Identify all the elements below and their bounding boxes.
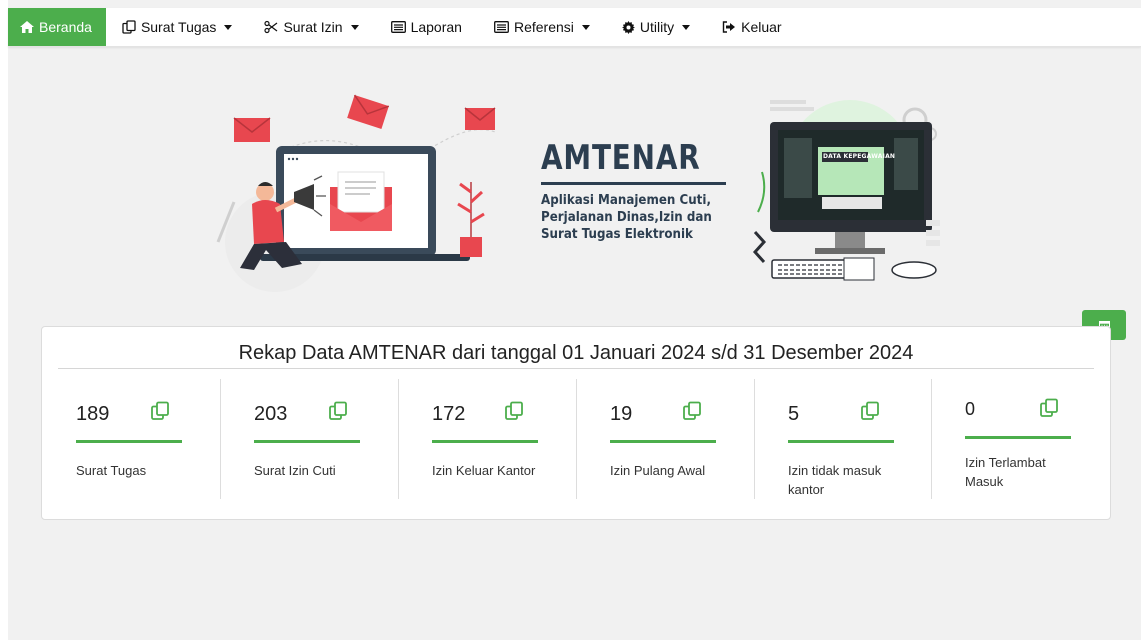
banner-subtitle-line-1: Aplikasi Manajemen Cuti, <box>541 192 711 208</box>
copy-icon <box>328 401 348 426</box>
banner-title: AMTENAR <box>541 138 701 178</box>
stat-label: Izin tidak masuk kantor <box>788 463 882 497</box>
nav-surat-tugas-label: Surat Tugas <box>140 19 217 35</box>
recap-title: Rekap Data AMTENAR dari tanggal 01 Janua… <box>238 342 914 364</box>
stat-bar <box>254 440 360 443</box>
stat-surat-izin-cuti[interactable]: 203 Surat Izin Cuti <box>220 379 398 499</box>
stat-label: Izin Keluar Kantor <box>432 463 536 478</box>
stat-bar <box>432 440 538 443</box>
stat-surat-tugas[interactable]: 189 Surat Tugas <box>58 379 220 499</box>
sign-out-icon <box>722 21 736 33</box>
monitor-screen-label: DATA KEPEGAWAIAN <box>823 153 896 160</box>
stat-izin-pulang-awal[interactable]: 19 Izin Pulang Awal <box>576 379 754 499</box>
banner-subtitle: Aplikasi Manajemen Cuti, Perjalanan Dina… <box>541 192 743 243</box>
recap-card: Rekap Data AMTENAR dari tanggal 01 Janua… <box>41 326 1111 520</box>
nav-surat-izin-label: Surat Izin <box>283 19 343 35</box>
caret-down-icon <box>581 24 590 30</box>
stat-divider <box>576 379 577 499</box>
nav-referensi-label: Referensi <box>513 19 574 35</box>
stat-bar <box>788 440 894 443</box>
envelope-icon <box>233 117 271 142</box>
stat-bar <box>610 440 716 443</box>
nav-utility-label: Utility <box>639 19 675 35</box>
stat-bar <box>76 440 182 443</box>
stat-izin-terlambat-masuk[interactable]: 0 Izin Terlambat Masuk <box>931 379 1109 499</box>
caret-down-icon <box>682 24 691 30</box>
stat-bar <box>965 436 1071 439</box>
nav-surat-izin[interactable]: Surat Izin <box>248 8 374 46</box>
recap-stats: 189 Surat Tugas 203 Surat Izin Cuti 172 … <box>58 379 1110 499</box>
stat-label: Izin Pulang Awal <box>610 463 706 478</box>
banner-title-underline <box>541 182 726 185</box>
nav-referensi[interactable]: Referensi <box>478 8 606 46</box>
copy-icon <box>150 401 170 426</box>
copy-icon <box>860 401 880 426</box>
nav-laporan-label: Laporan <box>410 19 462 35</box>
stat-divider <box>398 379 399 499</box>
stat-value: 189 <box>76 403 110 425</box>
stat-izin-tidak-masuk-kantor[interactable]: 5 Izin tidak masuk kantor <box>754 379 932 499</box>
caret-down-icon <box>224 24 233 30</box>
copy-icon <box>122 20 136 34</box>
nav-laporan[interactable]: Laporan <box>375 8 478 46</box>
scissors-icon <box>264 20 278 34</box>
stat-divider <box>220 379 221 499</box>
stat-value: 203 <box>254 403 288 425</box>
caret-down-icon <box>350 24 359 30</box>
nav-beranda-label: Beranda <box>39 19 92 35</box>
recap-divider <box>58 368 1094 369</box>
stat-label: Surat Izin Cuti <box>254 463 336 478</box>
nav-beranda[interactable]: Beranda <box>8 8 106 46</box>
list-icon <box>390 21 406 33</box>
home-icon <box>20 21 34 33</box>
stat-value: 0 <box>965 399 976 419</box>
stat-izin-keluar-kantor[interactable]: 172 Izin Keluar Kantor <box>398 379 576 499</box>
nav-utility[interactable]: Utility <box>606 8 706 46</box>
stat-divider <box>931 379 932 499</box>
stat-label: Izin Terlambat Masuk <box>965 455 1046 489</box>
stat-value: 19 <box>610 403 633 425</box>
nav-surat-tugas[interactable]: Surat Tugas <box>106 8 249 46</box>
left-edge <box>0 0 8 640</box>
stat-label: Surat Tugas <box>76 463 147 478</box>
banner-subtitle-line-3: Surat Tugas Elektronik <box>541 226 693 242</box>
copy-icon <box>682 401 702 426</box>
stat-value: 5 <box>788 403 800 425</box>
copy-icon <box>504 401 524 426</box>
stat-divider <box>754 379 755 499</box>
stat-value: 172 <box>432 403 466 425</box>
copy-icon <box>1039 398 1059 423</box>
list-icon <box>494 21 509 33</box>
nav-keluar-label: Keluar <box>741 19 782 35</box>
nav-keluar[interactable]: Keluar <box>706 8 797 46</box>
top-navbar: Beranda Surat Tugas Surat Izin Laporan R… <box>8 8 1141 47</box>
gear-icon <box>621 20 635 34</box>
banner-subtitle-line-2: Perjalanan Dinas,Izin dan <box>541 209 712 225</box>
